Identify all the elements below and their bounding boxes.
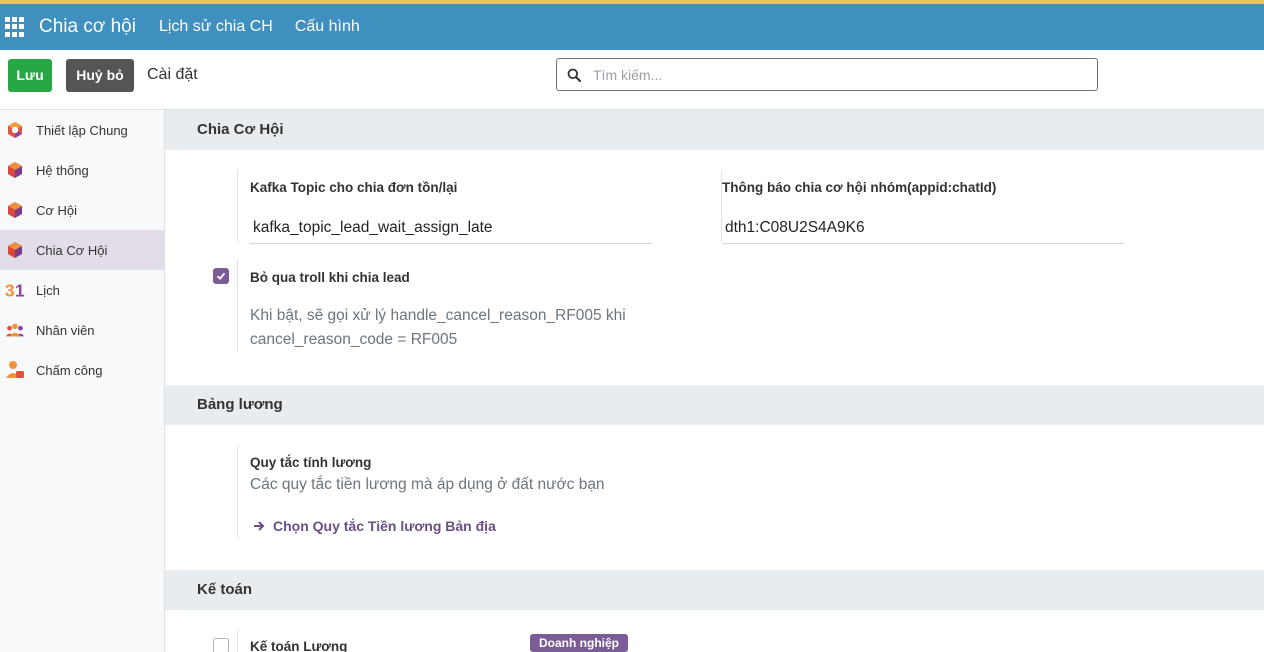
sidebar-item-leads[interactable]: Cơ Hội (0, 190, 164, 230)
odoo-app-icon (5, 240, 25, 260)
menu-lead-history[interactable]: Lịch sử chia CH (159, 18, 273, 36)
search-input[interactable] (591, 65, 1075, 84)
save-button[interactable]: Lưu (8, 59, 52, 92)
app-brand[interactable]: Chia cơ hội (39, 16, 136, 38)
sidebar-item-label: Nhân viên (36, 322, 95, 338)
main-navbar: Chia cơ hội Lịch sử chia CH Cấu hình (0, 4, 1264, 50)
setting-divider (237, 170, 238, 242)
svg-text:1: 1 (15, 280, 25, 300)
search-box[interactable] (556, 58, 1098, 91)
salary-rule-label: Quy tắc tính lương (250, 455, 372, 470)
odoo-app-icon (5, 200, 25, 220)
setting-divider (237, 446, 238, 538)
sidebar-item-system[interactable]: Hệ thống (0, 150, 164, 190)
group-notify-field[interactable]: dth1:C08U2S4A9K6 (722, 219, 1125, 244)
sidebar-item-lead-assign[interactable]: Chia Cơ Hội (0, 230, 164, 270)
payroll-accounting-label: Kế toán Lương (250, 639, 348, 652)
discard-button[interactable]: Huỷ bỏ (66, 59, 134, 92)
settings-content: Chia Cơ Hội Kafka Topic cho chia đơn tồn… (165, 110, 1264, 652)
choose-local-salary-rule-link[interactable]: Chọn Quy tắc Tiền lương Bản địa (253, 518, 496, 534)
skip-troll-help-line-1: Khi bật, sẽ gọi xử lý handle_cancel_reas… (250, 307, 626, 324)
sidebar-item-attendance[interactable]: Chấm công (0, 350, 164, 390)
menu-configuration[interactable]: Cấu hình (295, 18, 360, 36)
sidebar-item-calendar[interactable]: 3 1 Lịch (0, 270, 164, 310)
attendance-icon (5, 360, 25, 380)
odoo-app-icon (5, 160, 25, 180)
sidebar-item-label: Cơ Hội (36, 202, 78, 218)
kafka-topic-label: Kafka Topic cho chia đơn tồn/lại (250, 180, 458, 195)
sidebar-item-label: Hệ thống (36, 162, 89, 178)
setting-divider (237, 260, 238, 352)
grid-icon[interactable] (5, 17, 25, 37)
payroll-accounting-checkbox[interactable] (213, 638, 229, 652)
enterprise-badge: Doanh nghiệp (530, 634, 628, 652)
sidebar-item-employees[interactable]: Nhân viên (0, 310, 164, 350)
check-icon (216, 272, 226, 280)
sidebar-item-general-settings[interactable]: Thiết lập Chung (0, 110, 164, 150)
employees-icon (5, 320, 25, 340)
breadcrumb: Cài đặt (147, 66, 198, 83)
arrow-right-icon (254, 521, 265, 531)
control-panel: Lưu Huỷ bỏ Cài đặt (0, 50, 1264, 110)
salary-rule-help: Các quy tắc tiền lương mà áp dụng ở đất … (250, 476, 605, 493)
settings-sidebar: Thiết lập Chung Hệ thống Cơ Hội Chia Cơ … (0, 110, 165, 652)
choose-local-salary-rule-text: Chọn Quy tắc Tiền lương Bản địa (273, 518, 496, 534)
group-notify-label: Thông báo chia cơ hội nhóm(appid:chatId) (722, 180, 997, 195)
settings-app-icon (5, 120, 25, 140)
svg-text:3: 3 (5, 280, 15, 300)
sidebar-item-label: Chấm công (36, 362, 103, 378)
kafka-topic-field[interactable]: kafka_topic_lead_wait_assign_late (250, 219, 653, 244)
skip-troll-checkbox[interactable] (213, 268, 229, 284)
calendar-icon: 3 1 (5, 280, 25, 300)
search-icon (567, 68, 581, 82)
section-title-payroll: Bảng lương (165, 385, 1264, 425)
skip-troll-help-line-2: cancel_reason_code = RF005 (250, 331, 458, 348)
sidebar-item-label: Chia Cơ Hội (36, 242, 108, 258)
section-title-lead-assign: Chia Cơ Hội (165, 110, 1264, 150)
sidebar-item-label: Thiết lập Chung (36, 122, 128, 138)
skip-troll-label: Bỏ qua troll khi chia lead (250, 270, 410, 285)
section-title-accounting: Kế toán (165, 570, 1264, 610)
setting-divider (237, 630, 238, 652)
sidebar-item-label: Lịch (36, 282, 60, 298)
